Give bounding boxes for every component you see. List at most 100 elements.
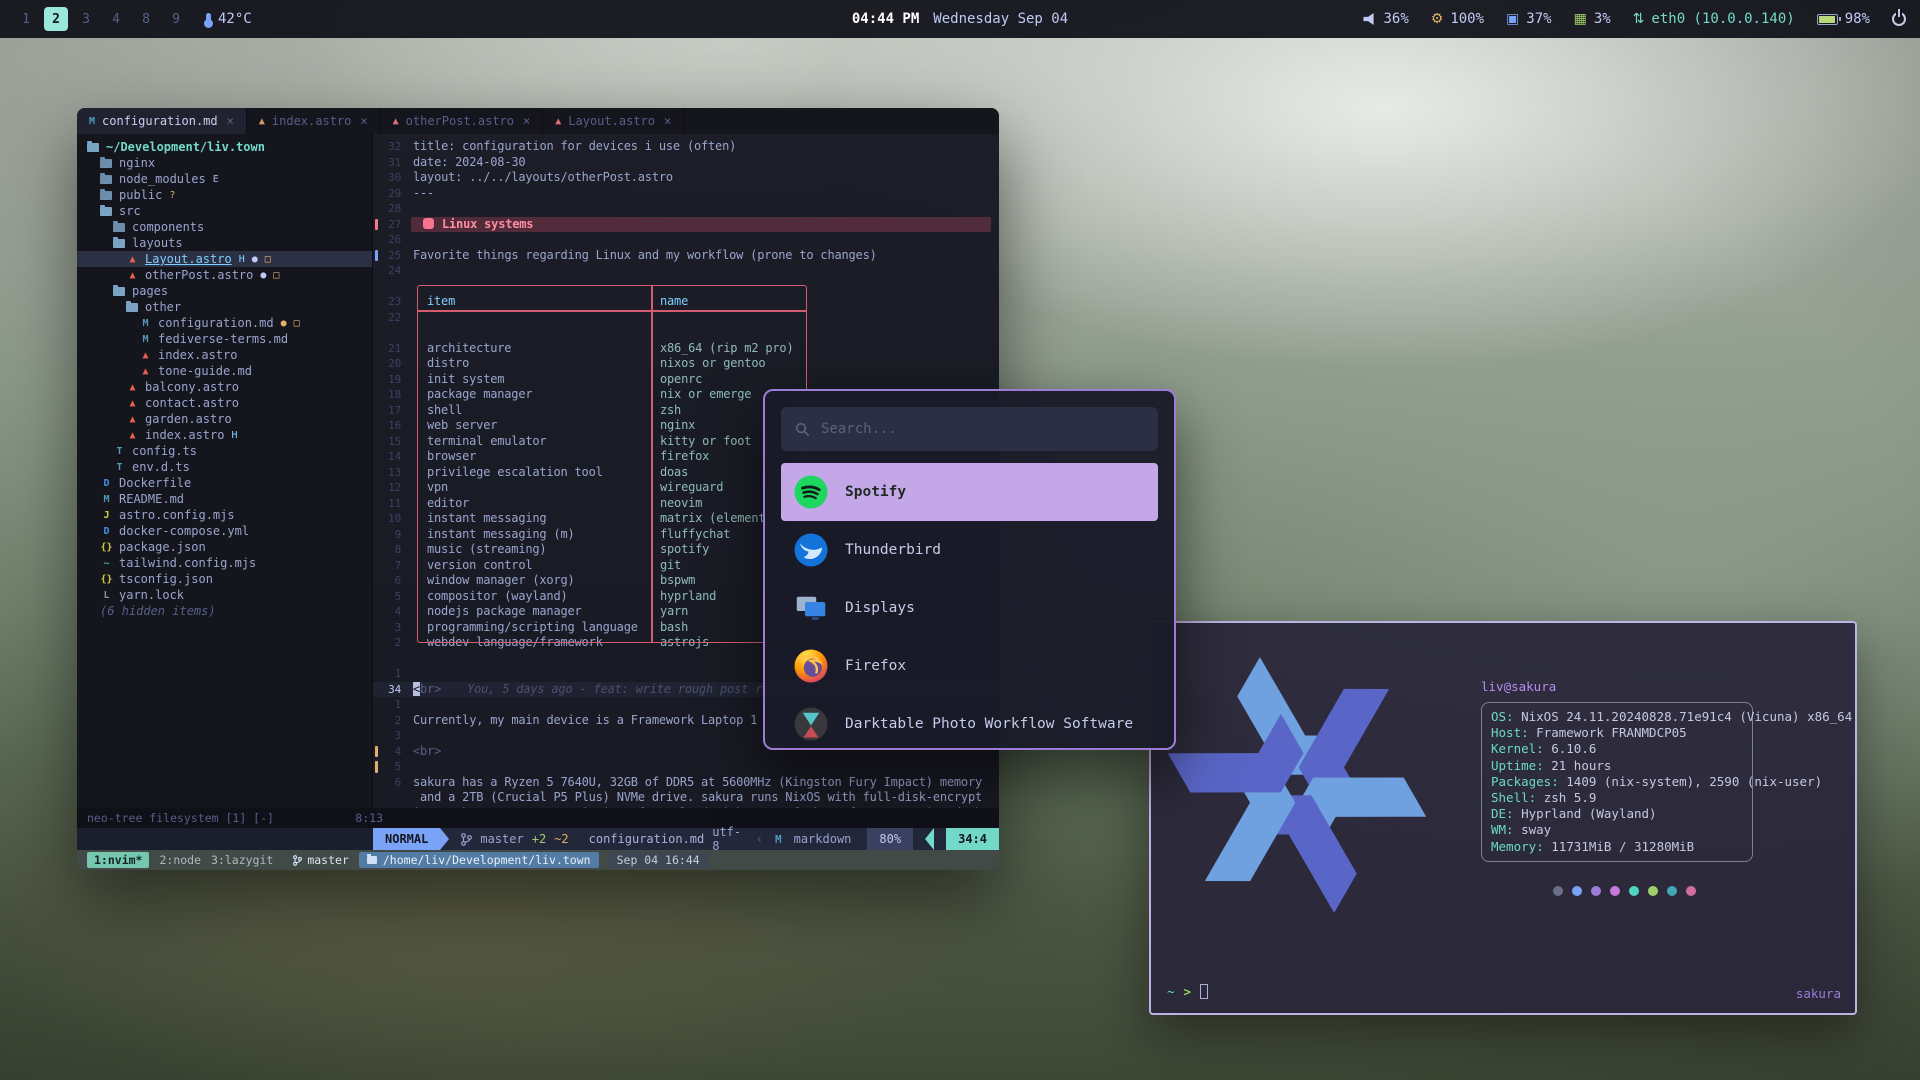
tree-item[interactable]: MREADME.md bbox=[77, 491, 372, 507]
tree-item-label: src bbox=[119, 204, 141, 218]
tree-item[interactable]: public? bbox=[77, 187, 372, 203]
tree-item[interactable]: other bbox=[77, 299, 372, 315]
tmux-session[interactable]: 1:nvim* bbox=[87, 852, 149, 868]
tree-item[interactable]: DDockerfile bbox=[77, 475, 372, 491]
tree-item[interactable]: ~/Development/liv.town bbox=[77, 139, 372, 155]
power-button[interactable] bbox=[1892, 12, 1906, 26]
workspace-button[interactable]: 9 bbox=[164, 7, 188, 31]
tree-item[interactable]: Tenv.d.ts bbox=[77, 459, 372, 475]
workspace-button[interactable]: 1 bbox=[14, 7, 38, 31]
memory-module[interactable]: ▣ 37% bbox=[1506, 11, 1552, 27]
editor-tab[interactable]: ▲Layout.astro× bbox=[543, 108, 684, 134]
fetch-info-line: Uptime: 21 hours bbox=[1491, 758, 1743, 774]
launcher-item-label: Thunderbird bbox=[845, 542, 941, 558]
launcher-item-label: Firefox bbox=[845, 658, 906, 674]
network-module[interactable]: ⇅ eth0 (10.0.0.140) bbox=[1633, 11, 1795, 27]
darktable-icon bbox=[793, 706, 829, 742]
battery-module[interactable]: 98% bbox=[1817, 11, 1870, 27]
line-number: 8 bbox=[373, 543, 413, 556]
fetch-value: 1409 (nix-system), 2590 (nix-user) bbox=[1566, 774, 1822, 789]
workspace-button[interactable]: 4 bbox=[104, 7, 128, 31]
cpu-module[interactable]: ▦ 3% bbox=[1574, 11, 1611, 27]
tmux-session[interactable]: 3:lazygit bbox=[211, 853, 273, 867]
editor-row: 27Linux systems bbox=[373, 217, 999, 233]
editor-text: Linux systems bbox=[413, 217, 999, 233]
tree-item[interactable]: src bbox=[77, 203, 372, 219]
tab-close-icon[interactable]: × bbox=[227, 114, 234, 128]
neotree-statusline: neo-tree filesystem [1] [-] 8:13 bbox=[77, 808, 999, 828]
brightness-module[interactable]: ⚙ 100% bbox=[1431, 11, 1484, 27]
tree-item-badge: □ bbox=[265, 254, 271, 265]
thunderbird-icon bbox=[793, 532, 829, 568]
tree-item[interactable]: components bbox=[77, 219, 372, 235]
tree-item[interactable]: ▲index.astro bbox=[77, 347, 372, 363]
tree-item-badge: E bbox=[213, 174, 219, 185]
folder-icon bbox=[100, 159, 112, 168]
editor-row: 31date: 2024-08-30 bbox=[373, 155, 999, 171]
tmux-clock: Sep 04 16:44 bbox=[609, 852, 708, 868]
tree-item-badge: H bbox=[239, 254, 245, 265]
line-number: 13 bbox=[373, 466, 413, 479]
tree-item[interactable]: ▲otherPost.astro●□ bbox=[77, 267, 372, 283]
table-cell: package manager bbox=[427, 387, 532, 403]
tab-close-icon[interactable]: × bbox=[523, 114, 530, 128]
tree-item[interactable]: ▲index.astroH bbox=[77, 427, 372, 443]
table-cell: browser bbox=[427, 449, 476, 465]
tree-item[interactable]: node_modulesE bbox=[77, 171, 372, 187]
app-launcher[interactable]: Search... Spotify Thunderbird Displays Fire… bbox=[763, 389, 1176, 750]
launcher-item[interactable]: Spotify bbox=[781, 463, 1158, 521]
workspace-button[interactable]: 3 bbox=[74, 7, 98, 31]
memory-value: 37% bbox=[1526, 11, 1551, 27]
tree-item[interactable]: ~tailwind.config.mjs bbox=[77, 555, 372, 571]
tree-item[interactable]: ▲tone-guide.md bbox=[77, 363, 372, 379]
launcher-item[interactable]: Thunderbird bbox=[781, 521, 1158, 579]
tree-item[interactable]: ▲balcony.astro bbox=[77, 379, 372, 395]
fetch-terminal-window[interactable]: liv@sakura OS: NixOS 24.11.20240828.71e9… bbox=[1149, 621, 1857, 1015]
tree-item-label: configuration.md bbox=[158, 316, 274, 330]
tab-close-icon[interactable]: × bbox=[360, 114, 367, 128]
tree-item[interactable]: Ddocker-compose.yml bbox=[77, 523, 372, 539]
shell-prompt[interactable]: ~ > bbox=[1167, 984, 1208, 999]
tree-item[interactable]: Tconfig.ts bbox=[77, 443, 372, 459]
tmux-session[interactable]: 2:node bbox=[159, 853, 201, 867]
tree-item[interactable]: ▲garden.astro bbox=[77, 411, 372, 427]
search-input[interactable]: Search... bbox=[781, 407, 1158, 451]
editor-tab[interactable]: ▲index.astro× bbox=[247, 108, 381, 134]
tree-item[interactable]: Lyarn.lock bbox=[77, 587, 372, 603]
editor-tab[interactable]: Mconfiguration.md× bbox=[77, 108, 247, 134]
editor-row: 24 bbox=[373, 263, 999, 279]
git-sign bbox=[375, 250, 378, 262]
git-blame: You, 5 days ago - feat: write rough post… bbox=[467, 682, 769, 696]
tree-item[interactable]: layouts bbox=[77, 235, 372, 251]
line-number: 32 bbox=[373, 140, 413, 153]
power-icon bbox=[1892, 12, 1906, 26]
tree-item[interactable]: pages bbox=[77, 283, 372, 299]
tree-item[interactable]: nginx bbox=[77, 155, 372, 171]
editor-tab[interactable]: ▲otherPost.astro× bbox=[381, 108, 544, 134]
tree-item[interactable]: Mconfiguration.md●□ bbox=[77, 315, 372, 331]
fetch-info-line: Shell: zsh 5.9 bbox=[1491, 790, 1743, 806]
tree-item[interactable]: ▲contact.astro bbox=[77, 395, 372, 411]
linux-icon bbox=[423, 218, 434, 229]
tree-item-label: layouts bbox=[132, 236, 183, 250]
fetch-info-line: Kernel: 6.10.6 bbox=[1491, 741, 1743, 757]
fetch-info-line: OS: NixOS 24.11.20240828.71e91c4 (Vicuna… bbox=[1491, 709, 1743, 725]
tree-item[interactable]: Mfediverse-terms.md bbox=[77, 331, 372, 347]
tree-item[interactable]: ▲Layout.astroH●□ bbox=[77, 251, 372, 267]
editor-row: 20distronixos or gentoo bbox=[373, 356, 999, 372]
launcher-item[interactable]: Firefox bbox=[781, 637, 1158, 695]
tab-close-icon[interactable]: × bbox=[664, 114, 671, 128]
temperature-module[interactable]: 42°C bbox=[206, 11, 252, 27]
tree-item[interactable]: {}package.json bbox=[77, 539, 372, 555]
tree-item[interactable]: (6 hidden items) bbox=[77, 603, 372, 619]
workspace-button[interactable]: 8 bbox=[134, 7, 158, 31]
launcher-item[interactable]: Displays bbox=[781, 579, 1158, 637]
prompt-path: ~ bbox=[1167, 984, 1175, 999]
tree-item[interactable]: Jastro.config.mjs bbox=[77, 507, 372, 523]
workspace-button[interactable]: 2 bbox=[44, 7, 68, 31]
table-cell: spotify bbox=[660, 542, 709, 558]
tree-item[interactable]: {}tsconfig.json bbox=[77, 571, 372, 587]
volume-module[interactable]: 36% bbox=[1363, 11, 1408, 27]
launcher-item[interactable]: Darktable Photo Workflow Software bbox=[781, 695, 1158, 750]
tree-item-label: tsconfig.json bbox=[119, 572, 213, 586]
